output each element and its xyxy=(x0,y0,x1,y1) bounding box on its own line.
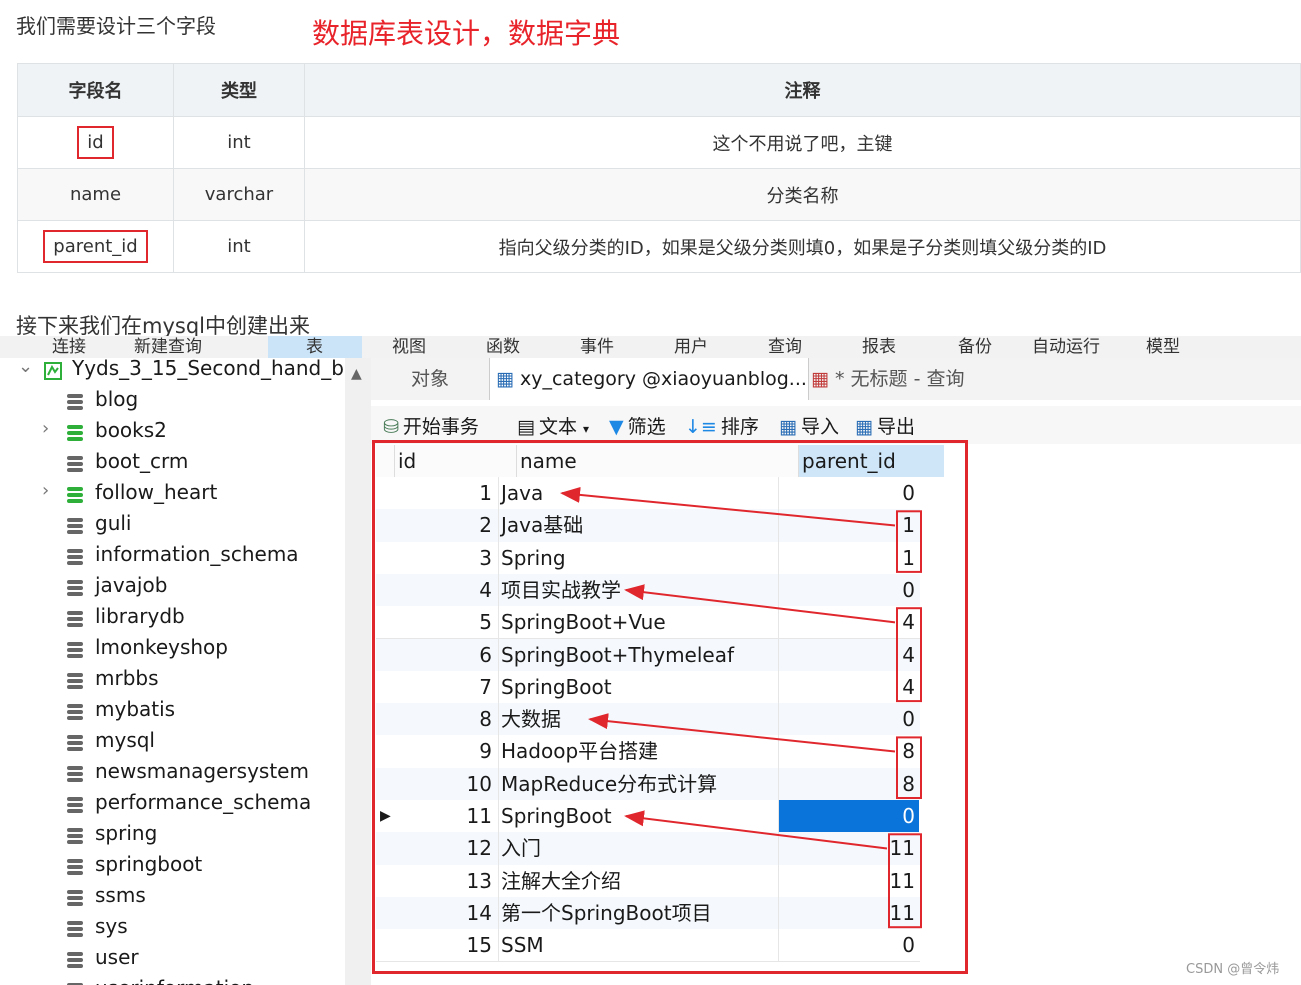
annotation-box xyxy=(896,510,922,573)
annotation-arrow xyxy=(560,486,896,527)
watermark-credit: CSDN @曾令炜 xyxy=(1186,962,1280,977)
annotation-box xyxy=(888,833,922,929)
annotation-box xyxy=(896,736,922,800)
annotation-arrow xyxy=(624,810,888,850)
annotation-arrows xyxy=(560,486,922,929)
annotation-arrow xyxy=(588,713,896,753)
annotation-box xyxy=(896,607,922,703)
annotation-arrow xyxy=(624,584,896,624)
